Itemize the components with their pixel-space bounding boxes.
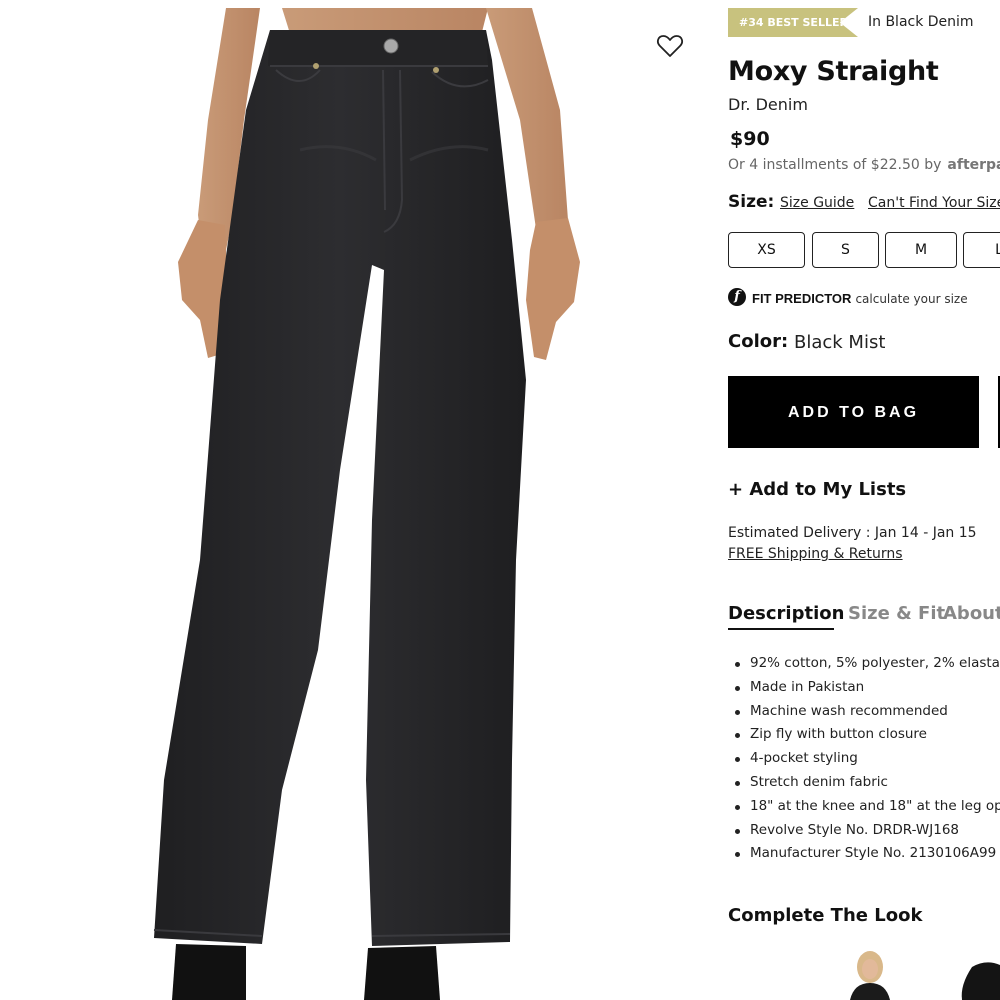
right-hand xyxy=(526,218,580,360)
size-guide-link[interactable]: Size Guide xyxy=(780,195,854,211)
product-image[interactable] xyxy=(0,0,700,1000)
product-title: Moxy Straight xyxy=(728,56,939,87)
left-boot xyxy=(172,944,246,1000)
heart-outline-icon xyxy=(657,35,683,57)
fit-predictor-label: FIT PREDICTOR xyxy=(752,291,852,306)
tab-size-fit[interactable]: Size & Fit xyxy=(848,603,945,624)
fit-predictor-icon: f xyxy=(728,288,746,306)
wishlist-button[interactable] xyxy=(656,33,684,59)
list-item: Made in Pakistan xyxy=(734,676,1000,700)
list-item: Machine wash recommended xyxy=(734,700,1000,724)
product-details-panel: #34 BEST SELLER In Black Denim Moxy Stra… xyxy=(728,0,1000,1000)
badge-category-label: In Black Denim xyxy=(868,14,974,30)
look-item-thumbnail[interactable] xyxy=(956,945,1000,1000)
brand-link[interactable]: Dr. Denim xyxy=(728,95,808,114)
list-item: Revolve Style No. DRDR-WJ168 xyxy=(734,819,1000,843)
installments-label: Or 4 installments of $22.50 by xyxy=(728,157,942,173)
afterpay-logo[interactable]: afterpay xyxy=(947,157,1000,173)
add-to-bag-button[interactable]: ADD TO BAG xyxy=(728,376,979,448)
jeans-photo xyxy=(153,8,580,1000)
free-shipping-link[interactable]: FREE Shipping & Returns xyxy=(728,546,903,562)
cant-find-size-link[interactable]: Can't Find Your Size? xyxy=(868,195,1000,211)
active-tab-indicator xyxy=(728,628,834,630)
list-item: 92% cotton, 5% polyester, 2% elastane xyxy=(734,652,1000,676)
size-option-xs[interactable]: XS xyxy=(728,232,805,268)
size-option-l[interactable]: L xyxy=(963,232,1000,268)
fit-predictor-text: calculate your size xyxy=(855,292,968,306)
add-to-lists-button[interactable]: + Add to My Lists xyxy=(728,479,906,500)
list-item: 18" at the knee and 18" at the leg openi… xyxy=(734,795,1000,819)
list-item: 4-pocket styling xyxy=(734,747,1000,771)
size-option-s[interactable]: S xyxy=(812,232,879,268)
list-item: Stretch denim fabric xyxy=(734,771,1000,795)
estimated-delivery: Estimated Delivery : Jan 14 - Jan 15 xyxy=(728,525,977,541)
look-item-thumbnail[interactable] xyxy=(840,945,900,1000)
list-item: Zip fly with button closure xyxy=(734,723,1000,747)
size-option-m[interactable]: M xyxy=(885,232,957,268)
list-item: Manufacturer Style No. 2130106A99 xyxy=(734,842,1000,866)
complete-look-title: Complete The Look xyxy=(728,905,923,926)
color-value: Black Mist xyxy=(794,332,886,353)
waist-button xyxy=(383,38,399,54)
size-label: Size: xyxy=(728,192,775,212)
tab-description[interactable]: Description xyxy=(728,603,844,624)
color-label: Color: xyxy=(728,331,789,352)
description-list: 92% cotton, 5% polyester, 2% elastane Ma… xyxy=(728,652,1000,866)
best-seller-badge: #34 BEST SELLER xyxy=(728,8,858,37)
installments-text: Or 4 installments of $22.50 by afterpay xyxy=(728,157,1000,173)
tab-about[interactable]: About xyxy=(943,603,1000,624)
right-boot xyxy=(364,946,440,1000)
fit-predictor-link[interactable]: FIT PREDICTOR calculate your size xyxy=(752,291,968,306)
product-price: $90 xyxy=(730,128,770,150)
